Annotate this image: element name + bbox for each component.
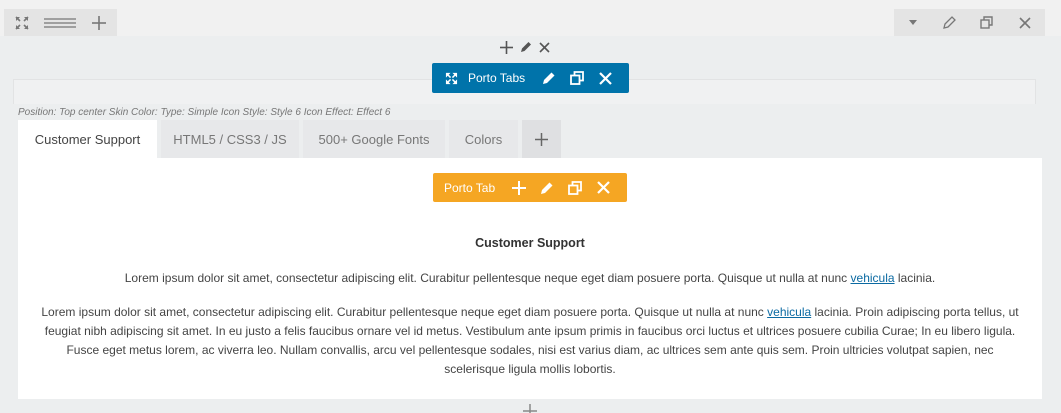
content-paragraph-2: Lorem ipsum dolor sit amet, consectetur … [41,305,1019,376]
porto-tabs-controls: Porto Tabs [432,63,630,93]
column-controls [499,38,552,56]
vehicula-link[interactable]: vehicula [767,305,811,319]
move-icon[interactable] [4,9,40,36]
content-paragraph-1: Lorem ipsum dolor sit amet, consectetur … [124,271,936,285]
row-toolbar-left [4,9,117,36]
porto-tab-label: Porto Tab [444,180,496,195]
pencil-icon[interactable] [533,174,561,202]
plus-icon[interactable] [505,174,533,202]
plus-icon [523,404,537,413]
vehicula-link[interactable]: vehicula [851,271,895,285]
tab-html5-css3-js[interactable]: HTML5 / CSS3 / JS [161,120,299,158]
pencil-icon[interactable] [518,38,533,56]
add-column-button[interactable] [80,9,117,36]
add-tab-button[interactable] [522,120,561,158]
element-params: Position: Top center Skin Color: Type: S… [18,107,391,118]
close-icon[interactable] [537,38,552,56]
close-icon [1019,16,1031,29]
clone-icon [980,16,993,29]
clone-row-button[interactable] [968,9,1005,36]
column-layout-icon[interactable] [40,9,80,36]
move-icon[interactable] [442,64,460,92]
tab-colors[interactable]: Colors [449,120,518,158]
tab-customer-support[interactable]: Customer Support [18,120,157,158]
content-heading: Customer Support [475,236,585,250]
plus-icon [535,132,548,146]
pencil-icon[interactable] [535,64,563,92]
clone-icon[interactable] [561,174,589,202]
porto-tabs-label: Porto Tabs [468,71,526,85]
tab-strip: Customer Support HTML5 / CSS3 / JS 500+ … [18,120,561,158]
tab-google-fonts[interactable]: 500+ Google Fonts [303,120,445,158]
plus-icon [91,15,106,30]
delete-row-button[interactable] [1005,9,1045,36]
pencil-icon [943,16,956,29]
row-toolbar-right [894,9,1045,36]
plus-icon[interactable] [499,38,514,56]
porto-tab-controls: Porto Tab [433,173,628,202]
close-icon[interactable] [591,64,619,92]
clone-icon[interactable] [563,64,591,92]
close-icon[interactable] [589,174,617,202]
caret-down-icon[interactable] [894,9,931,36]
edit-row-button[interactable] [931,9,968,36]
add-element-button[interactable] [523,404,537,413]
